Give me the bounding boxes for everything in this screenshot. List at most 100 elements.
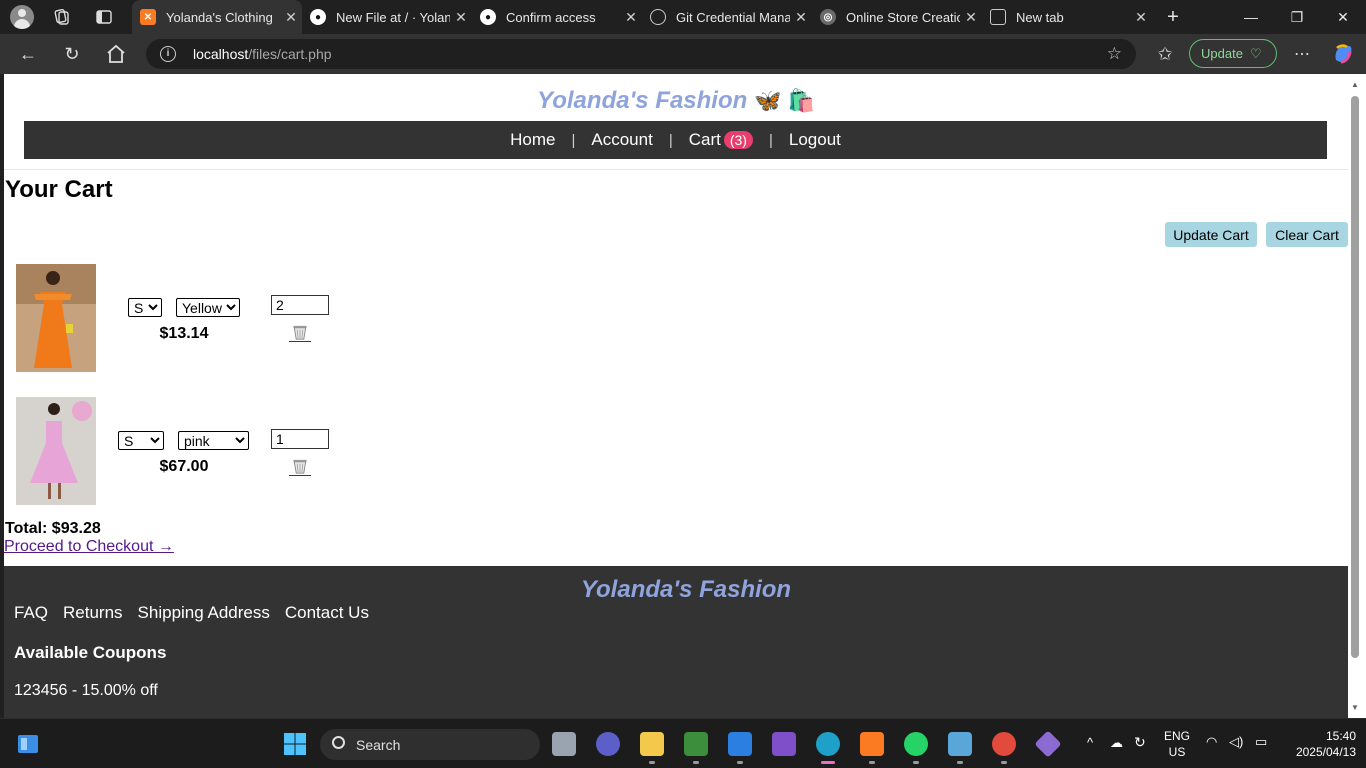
nav-home[interactable]: Home bbox=[494, 130, 571, 150]
footer-link-contact-us[interactable]: Contact Us bbox=[285, 603, 369, 623]
header-divider bbox=[4, 169, 1348, 170]
site-footer: Yolanda's Fashion FAQ Returns Shipping A… bbox=[4, 566, 1348, 718]
address-bar[interactable]: i localhost/files/cart.php ☆ bbox=[146, 39, 1136, 69]
windows-taskbar: Search ^ ☁ ↻ ENG US ◠ ◁) ▭ 15:40 2025/04… bbox=[0, 718, 1366, 768]
brand-title: Yolanda's Fashion bbox=[537, 87, 748, 114]
footer-link-faq[interactable]: FAQ bbox=[14, 603, 48, 623]
close-window-icon[interactable]: ✕ bbox=[1320, 0, 1366, 34]
chrome-icon[interactable] bbox=[992, 732, 1016, 764]
tab-new-tab[interactable]: New tab ✕ bbox=[982, 0, 1152, 34]
tab-new-file[interactable]: ● New File at / · Yolanda ✕ bbox=[302, 0, 472, 34]
onedrive-icon[interactable]: ☁ bbox=[1110, 735, 1123, 751]
page-scrollbar[interactable]: ▲ ▼ bbox=[1348, 74, 1366, 718]
nav-logout[interactable]: Logout bbox=[773, 130, 857, 150]
size-select[interactable]: S bbox=[128, 298, 162, 317]
site-info-icon[interactable]: i bbox=[160, 46, 176, 62]
close-tab-icon[interactable]: ✕ bbox=[790, 9, 812, 26]
footer-link-returns[interactable]: Returns bbox=[63, 603, 123, 623]
nav-account[interactable]: Account bbox=[575, 130, 668, 150]
search-icon bbox=[332, 736, 345, 749]
update-label: Update bbox=[1201, 46, 1243, 61]
clock-time: 15:40 bbox=[1325, 729, 1356, 743]
tab-title: Git Credential Manager bbox=[676, 9, 790, 25]
close-tab-icon[interactable]: ✕ bbox=[960, 9, 982, 26]
task-manager-icon[interactable] bbox=[684, 732, 708, 764]
sync-icon[interactable]: ↻ bbox=[1134, 734, 1146, 751]
browser-update-button[interactable]: Update ♡ bbox=[1189, 39, 1277, 68]
quantity-input[interactable] bbox=[271, 429, 329, 449]
wifi-icon[interactable]: ◠ bbox=[1206, 734, 1217, 750]
back-icon[interactable]: ← bbox=[16, 42, 40, 66]
proceed-to-checkout-link[interactable]: Proceed to Checkout → bbox=[4, 538, 174, 556]
trash-icon[interactable] bbox=[289, 324, 311, 342]
visual-studio-icon[interactable] bbox=[772, 732, 796, 756]
remote-desktop-icon[interactable] bbox=[948, 732, 972, 764]
github-icon: ● bbox=[480, 9, 496, 25]
tab-actions-icon[interactable] bbox=[95, 8, 113, 26]
xampp-icon: ✕ bbox=[140, 9, 156, 25]
url-text[interactable]: localhost/files/cart.php bbox=[193, 46, 332, 62]
task-view-icon[interactable] bbox=[552, 732, 576, 756]
widgets-icon[interactable] bbox=[16, 732, 40, 756]
color-select[interactable]: pink bbox=[178, 431, 249, 450]
browser-toolbar: ← ↻ i localhost/files/cart.php ☆ ✩ Updat… bbox=[0, 34, 1366, 74]
workspaces-icon[interactable] bbox=[53, 8, 71, 26]
trash-icon[interactable] bbox=[289, 458, 311, 476]
clock[interactable]: 15:40 2025/04/13 bbox=[1284, 729, 1356, 759]
butterfly-shopping-bag-icon: 🦋 🛍️ bbox=[753, 88, 815, 113]
new-tab-button[interactable]: + bbox=[1150, 0, 1196, 34]
file-explorer-icon[interactable] bbox=[640, 732, 664, 764]
git-gui-icon[interactable] bbox=[1034, 730, 1062, 758]
windows-start-icon[interactable] bbox=[283, 732, 307, 756]
edge-browser-icon[interactable] bbox=[816, 732, 840, 764]
favorite-star-icon[interactable]: ☆ bbox=[1107, 44, 1122, 64]
clear-cart-button[interactable]: Clear Cart bbox=[1266, 222, 1348, 247]
tab-yolandas-clothing[interactable]: ✕ Yolanda's Clothing ✕ bbox=[132, 0, 302, 34]
more-menu-icon[interactable]: ⋯ bbox=[1290, 42, 1314, 66]
close-tab-icon[interactable]: ✕ bbox=[280, 9, 302, 26]
footer-link-shipping-address[interactable]: Shipping Address bbox=[138, 603, 270, 623]
battery-icon[interactable]: ▭ bbox=[1255, 734, 1267, 750]
quantity-input[interactable] bbox=[271, 295, 329, 315]
refresh-icon[interactable]: ↻ bbox=[60, 42, 84, 66]
nav-cart-label: Cart bbox=[688, 130, 721, 149]
taskbar-search[interactable]: Search bbox=[320, 729, 540, 760]
xampp-icon[interactable] bbox=[860, 732, 884, 764]
coupon-entry: 123456 - 15.00% off bbox=[14, 682, 158, 699]
restore-icon[interactable]: ❐ bbox=[1274, 0, 1320, 34]
tab-git-credential-manager[interactable]: Git Credential Manager ✕ bbox=[642, 0, 812, 34]
tab-online-store-creation[interactable]: ◎ Online Store Creation ✕ bbox=[812, 0, 982, 34]
volume-icon[interactable]: ◁) bbox=[1229, 734, 1243, 750]
show-hidden-icons-icon[interactable]: ^ bbox=[1087, 735, 1093, 750]
language-indicator[interactable]: ENG US bbox=[1162, 729, 1192, 759]
home-icon[interactable] bbox=[104, 42, 128, 66]
scrollbar-thumb[interactable] bbox=[1351, 96, 1359, 658]
clock-date: 2025/04/13 bbox=[1295, 745, 1356, 759]
site-brand[interactable]: Yolanda's Fashion 🦋 🛍️ bbox=[4, 87, 1348, 115]
teams-chat-icon[interactable] bbox=[596, 732, 620, 756]
copilot-icon[interactable] bbox=[1331, 42, 1355, 66]
close-tab-icon[interactable]: ✕ bbox=[1130, 9, 1152, 26]
pink-dress-photo bbox=[16, 397, 96, 505]
scroll-up-icon[interactable]: ▲ bbox=[1350, 80, 1360, 89]
size-select[interactable]: S bbox=[118, 431, 164, 450]
close-tab-icon[interactable]: ✕ bbox=[620, 9, 642, 26]
site-navigation: Home | Account | Cart (3) | Logout bbox=[24, 121, 1327, 159]
scroll-down-icon[interactable]: ▼ bbox=[1350, 703, 1360, 712]
page-viewport: Yolanda's Fashion 🦋 🛍️ Home | Account | … bbox=[4, 74, 1348, 718]
tab-confirm-access[interactable]: ● Confirm access ✕ bbox=[472, 0, 642, 34]
search-label: Search bbox=[356, 736, 401, 753]
tab-title: New File at / · Yolanda bbox=[336, 9, 450, 25]
profile-avatar-icon[interactable] bbox=[10, 5, 34, 29]
nav-cart[interactable]: Cart (3) bbox=[673, 130, 769, 150]
footer-links: FAQ Returns Shipping Address Contact Us bbox=[14, 603, 369, 623]
update-cart-button[interactable]: Update Cart bbox=[1165, 222, 1257, 247]
whatsapp-icon[interactable] bbox=[904, 732, 928, 764]
color-select[interactable]: Yellow bbox=[176, 298, 240, 317]
keyboard-layout: US bbox=[1168, 745, 1186, 759]
tab-title: Yolanda's Clothing bbox=[166, 9, 273, 25]
favorites-icon[interactable]: ✩ bbox=[1153, 42, 1177, 66]
close-tab-icon[interactable]: ✕ bbox=[450, 9, 472, 26]
microsoft-store-icon[interactable] bbox=[728, 732, 752, 764]
minimize-icon[interactable]: — bbox=[1228, 0, 1274, 34]
